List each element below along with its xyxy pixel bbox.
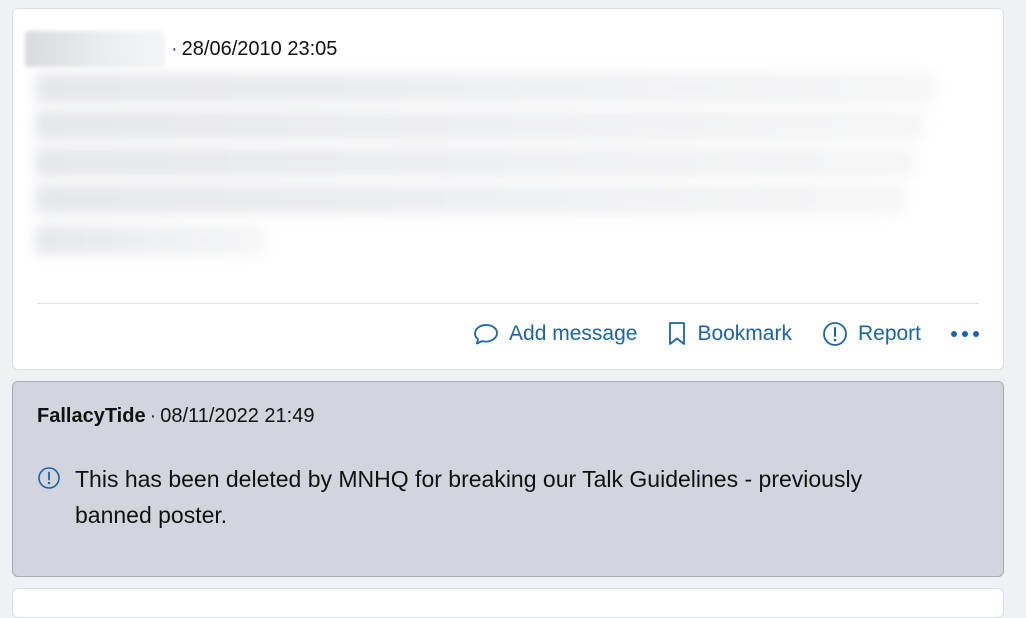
bookmark-label: Bookmark xyxy=(697,322,792,345)
info-circle-icon xyxy=(37,461,61,533)
post-meta: FallacyTide · 08/11/2022 21:49 xyxy=(37,405,314,428)
meta-separator: · xyxy=(171,37,178,60)
report-label: Report xyxy=(857,322,921,345)
add-message-label: Add message xyxy=(509,322,638,345)
bookmark-icon xyxy=(667,321,687,347)
post-card: · 28/06/2010 23:05 Add message Bookmark … xyxy=(12,8,1004,370)
report-button[interactable]: Report xyxy=(822,321,921,347)
redacted-username xyxy=(25,31,165,67)
post-date: 08/11/2022 21:49 xyxy=(160,405,315,427)
speech-bubble-icon xyxy=(473,323,499,345)
post-meta: · 28/06/2010 23:05 xyxy=(25,31,338,67)
redacted-message-body xyxy=(31,65,935,275)
deleted-notice: This has been deleted by MNHQ for breaki… xyxy=(37,461,943,533)
post-username[interactable]: FallacyTide xyxy=(37,405,146,428)
add-message-button[interactable]: Add message xyxy=(473,322,637,346)
exclamation-circle-icon xyxy=(822,321,848,347)
divider xyxy=(37,303,979,304)
more-dots-icon xyxy=(951,331,957,337)
deleted-post-card: FallacyTide · 08/11/2022 21:49 This has … xyxy=(12,381,1004,577)
post-date: 28/06/2010 23:05 xyxy=(181,37,338,60)
post-card xyxy=(12,588,1004,618)
meta-separator: · xyxy=(149,405,157,427)
post-actions: Add message Bookmark Report xyxy=(473,321,979,347)
deleted-notice-text: This has been deleted by MNHQ for breaki… xyxy=(75,466,863,528)
more-options-button[interactable] xyxy=(951,331,979,337)
bookmark-button[interactable]: Bookmark xyxy=(667,321,792,347)
